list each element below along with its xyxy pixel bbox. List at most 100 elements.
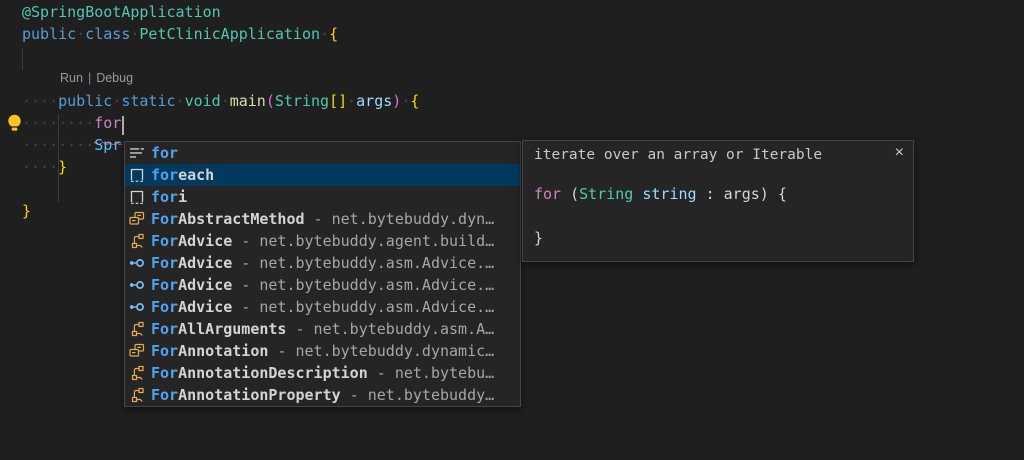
class-close-line[interactable]: } <box>22 202 31 224</box>
suggestion-detail-text: - net.bytebuddy.asm.Advice.… <box>232 254 494 272</box>
code-token: · <box>112 92 121 110</box>
suggestion-item[interactable]: ForAnnotationDescription - net.bytebu… <box>125 362 520 384</box>
suggestion-item[interactable]: ForAnnotationProperty - net.bytebuddy… <box>125 384 520 406</box>
code-token: ···· <box>22 92 58 110</box>
struct-symbol-icon <box>129 321 145 337</box>
suggestion-match-text: For <box>151 364 178 382</box>
suggestion-label-text: Annotation <box>178 342 268 360</box>
annotation-line[interactable]: @SpringBootApplication <box>22 3 221 25</box>
suggestion-item[interactable]: for <box>125 142 520 164</box>
partial-spring-line[interactable]: ········Spr <box>22 136 121 158</box>
code-token: · <box>401 92 410 110</box>
code-token: String <box>579 185 633 203</box>
suggestion-item[interactable]: ForAbstractMethod - net.bytebuddy.dyn… <box>125 208 520 230</box>
suggestion-match-text: For <box>151 342 178 360</box>
suggestion-label-text: Advice <box>178 298 232 316</box>
close-icon[interactable]: × <box>895 144 904 162</box>
suggestion-match-text: For <box>151 232 178 250</box>
suggestion-detail-text: - net.bytebuddy.dyn… <box>305 210 495 228</box>
suggestion-detail-text: - net.bytebuddy… <box>341 386 495 404</box>
code-token: } <box>534 229 543 247</box>
code-token: ········ <box>22 114 94 132</box>
codelens-run-link[interactable]: Run <box>60 71 83 85</box>
indent-guide <box>22 48 23 70</box>
code-token: · <box>221 92 230 110</box>
suggestion-match-text: For <box>151 276 178 294</box>
struct-symbol-icon <box>129 233 145 249</box>
suggestion-label-text: AnnotationDescription <box>178 364 368 382</box>
code-token: class <box>85 25 130 43</box>
keyword-symbol-icon <box>129 145 145 161</box>
code-token: main <box>230 92 266 110</box>
suggestion-detail-text: - net.bytebu… <box>368 364 494 382</box>
code-token: PetClinicApplication <box>139 25 320 43</box>
codelens-separator: | <box>83 71 96 85</box>
code-token: for <box>94 114 121 132</box>
suggestion-item[interactable]: foreach <box>125 164 520 186</box>
suggestion-label-text: i <box>178 188 187 206</box>
interface-symbol-icon <box>129 277 145 293</box>
code-token: Spr <box>94 136 121 154</box>
class-symbol-icon <box>129 211 145 227</box>
suggestion-match-text: for <box>151 166 178 184</box>
suggestion-label-text: Advice <box>178 232 232 250</box>
code-token: { <box>329 25 338 43</box>
code-token: · <box>320 25 329 43</box>
code-token: for <box>534 185 561 203</box>
code-token: { <box>410 92 419 110</box>
suggestion-match-text: For <box>151 320 178 338</box>
suggestion-detail-text: - net.bytebuddy.asm.Advice.… <box>232 276 494 294</box>
suggestion-label-text: Advice <box>178 276 232 294</box>
text-cursor <box>122 116 124 135</box>
code-token: ) <box>392 92 401 110</box>
snippet-symbol-icon <box>129 189 145 205</box>
code-token: public <box>22 25 76 43</box>
code-token: static <box>121 92 175 110</box>
suggestion-match-text: For <box>151 298 178 316</box>
suggestion-match-text: For <box>151 386 178 404</box>
suggestion-match-text: For <box>151 254 178 272</box>
main-method-line[interactable]: ····public·static·void·main(String[]·arg… <box>22 92 419 114</box>
suggestion-item[interactable]: ForAdvice - net.bytebuddy.agent.build… <box>125 230 520 252</box>
snippet-symbol-icon <box>129 167 145 183</box>
suggestion-item[interactable]: ForAdvice - net.bytebuddy.asm.Advice.… <box>125 274 520 296</box>
class-symbol-icon <box>129 343 145 359</box>
suggestion-label-text: Advice <box>178 254 232 272</box>
code-token: ( <box>266 92 275 110</box>
class-declaration-line[interactable]: public·class·PetClinicApplication·{ <box>22 25 338 47</box>
codelens-debug-link[interactable]: Debug <box>96 71 133 85</box>
code-token: } <box>22 202 31 220</box>
doc-code-line: for (String string : args) { <box>534 185 787 207</box>
suggest-widget: forforeachforiForAbstractMethod - net.by… <box>124 141 521 407</box>
suggestion-label-text: each <box>178 166 214 184</box>
code-token: args <box>356 92 392 110</box>
doc-description: iterate over an array or Iterable <box>534 147 822 169</box>
typed-for-line[interactable]: ········for <box>22 114 121 136</box>
suggestion-label-text: AllArguments <box>178 320 286 338</box>
method-close-line[interactable]: ····} <box>22 158 67 180</box>
suggestion-detail-text: - net.bytebuddy.asm.A… <box>286 320 494 338</box>
suggestion-label-text: AbstractMethod <box>178 210 304 228</box>
code-token: · <box>176 92 185 110</box>
interface-symbol-icon <box>129 255 145 271</box>
code-token: ········ <box>22 136 94 154</box>
suggestion-item[interactable]: ForAdvice - net.bytebuddy.asm.Advice.… <box>125 252 520 274</box>
code-token: void <box>185 92 221 110</box>
doc-code-line: } <box>534 229 543 251</box>
code-token: · <box>347 92 356 110</box>
code-token: String <box>275 92 329 110</box>
suggestion-item[interactable]: ForAnnotation - net.bytebuddy.dynamic… <box>125 340 520 362</box>
code-token: [] <box>329 92 347 110</box>
code-token: ···· <box>22 158 58 176</box>
code-editor-window: Run|Debug @SpringBootApplicationpublic·c… <box>0 0 1024 460</box>
suggestion-match-text: For <box>151 210 178 228</box>
struct-symbol-icon <box>129 387 145 403</box>
code-token: · <box>76 25 85 43</box>
suggestion-item[interactable]: ForAdvice - net.bytebuddy.asm.Advice.… <box>125 296 520 318</box>
suggestion-detail-text: - net.bytebuddy.dynamic… <box>268 342 494 360</box>
code-token: string <box>642 185 696 203</box>
suggestion-item[interactable]: fori <box>125 186 520 208</box>
suggestion-item[interactable]: ForAllArguments - net.bytebuddy.asm.A… <box>125 318 520 340</box>
struct-symbol-icon <box>129 365 145 381</box>
suggestion-match-text: for <box>151 144 178 162</box>
